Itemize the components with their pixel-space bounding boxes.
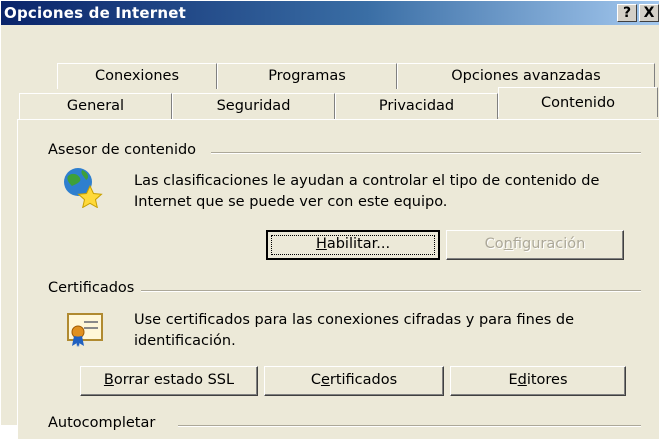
- advisor-description-line2: Internet que se puede ver con este equip…: [134, 194, 448, 210]
- certificates-description-line1: Use certificados para las conexiones cif…: [134, 312, 575, 328]
- tab-privacidad[interactable]: Privacidad: [335, 93, 498, 119]
- publishers-label-post: itores: [526, 372, 568, 388]
- settings-label-post: figuración: [512, 236, 586, 252]
- settings-label-accesskey: n: [503, 236, 513, 252]
- help-button[interactable]: ?: [617, 4, 637, 22]
- certificates-label-accesskey: e: [320, 372, 330, 388]
- content-panel: Asesor de contenido Las clasificaciones …: [17, 119, 659, 439]
- settings-button[interactable]: Configuración: [446, 230, 624, 260]
- tab-programas[interactable]: Programas: [217, 63, 397, 89]
- certificates-group-line: [141, 290, 641, 292]
- tab-conexiones[interactable]: Conexiones: [57, 63, 217, 89]
- certificates-description-line2: identificación.: [134, 333, 236, 349]
- tab-general[interactable]: General: [19, 93, 172, 119]
- advisor-description-line1: Las clasificaciones le ayudan a controla…: [134, 173, 600, 189]
- publishers-label-accesskey: d: [517, 372, 527, 388]
- enable-button[interactable]: Habilitar...: [266, 230, 440, 260]
- close-button[interactable]: X: [639, 4, 659, 22]
- enable-label-post: abilitar...: [326, 236, 391, 252]
- certificates-label-pre: C: [310, 372, 321, 388]
- publishers-label-pre: E: [508, 372, 518, 388]
- publishers-button[interactable]: Editores: [450, 366, 626, 396]
- certificates-group-label: Certificados: [48, 280, 139, 296]
- window-title: Opciones de Internet: [4, 4, 186, 22]
- clear-ssl-label-post: orrar estado SSL: [113, 372, 235, 388]
- certificates-label-post: rtificados: [329, 372, 398, 388]
- certificate-icon: [66, 312, 106, 348]
- autocomplete-group-label: Autocompletar: [48, 415, 160, 431]
- tab-opciones-avanzadas[interactable]: Opciones avanzadas: [397, 63, 655, 89]
- tab-contenido[interactable]: Contenido: [498, 87, 658, 117]
- globe-star-icon: [60, 164, 104, 209]
- clear-ssl-label-accesskey: B: [103, 372, 114, 388]
- advisor-group-label: Asesor de contenido: [48, 142, 201, 158]
- enable-label-accesskey: H: [315, 236, 327, 252]
- clear-ssl-state-button[interactable]: Borrar estado SSL: [80, 366, 258, 396]
- tab-seguridad[interactable]: Seguridad: [172, 93, 335, 119]
- certificates-button[interactable]: Certificados: [264, 366, 444, 396]
- title-bar[interactable]: Opciones de Internet ? X: [1, 1, 659, 25]
- settings-label-pre: Co: [484, 236, 504, 252]
- internet-options-dialog: Opciones de Internet ? X Conexiones Prog…: [0, 0, 659, 439]
- autocomplete-group-line: [178, 425, 641, 427]
- advisor-group-line: [211, 152, 641, 154]
